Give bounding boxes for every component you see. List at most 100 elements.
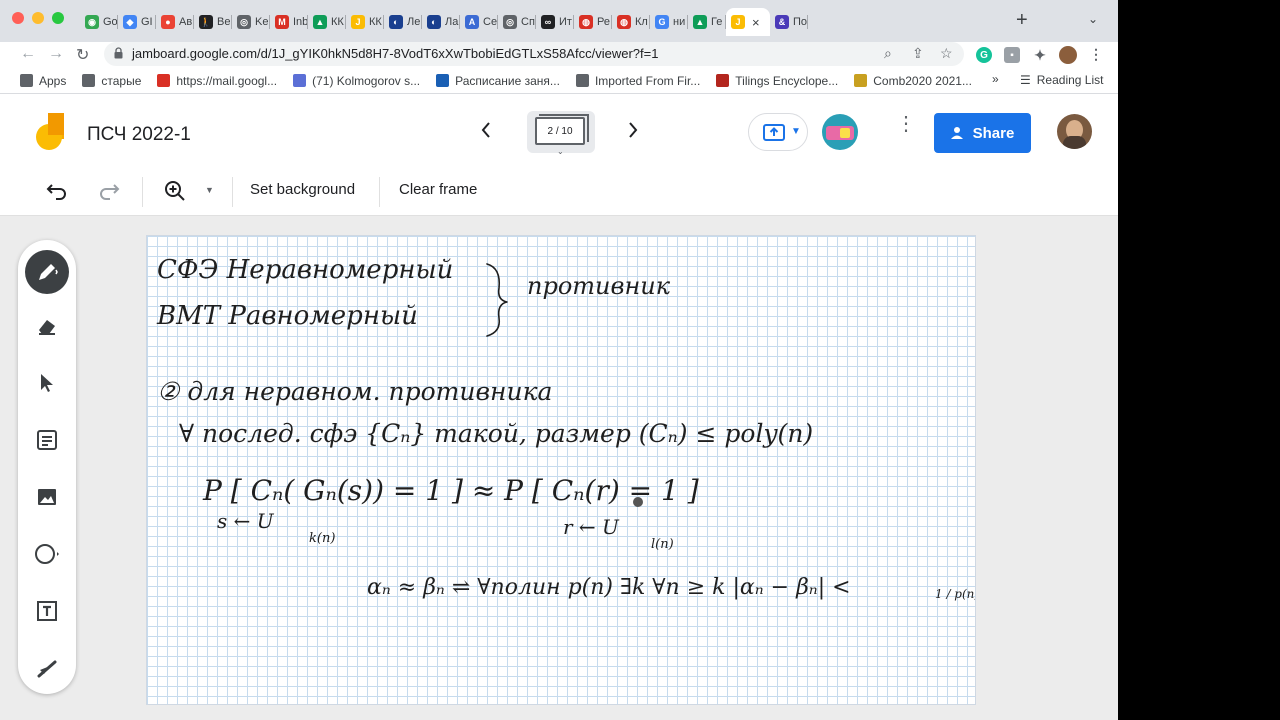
eraser-icon [39, 320, 55, 335]
bookmark-item[interactable]: Comb2020 2021... [854, 74, 972, 88]
tab-favicon-icon: ◐ [427, 15, 441, 29]
tab-label: Кл [635, 16, 648, 28]
browser-tab[interactable]: ◉ Go [80, 8, 118, 36]
window-close-button[interactable] [12, 12, 24, 24]
bookmark-favicon-icon [716, 74, 730, 87]
bookmarks-more-icon[interactable]: » [992, 72, 999, 86]
pen-tool[interactable] [25, 250, 69, 294]
present-button[interactable]: ▼ [748, 113, 808, 151]
document-title[interactable]: ПСЧ 2022-1 [87, 124, 191, 146]
previous-frame-button[interactable] [480, 121, 492, 144]
undo-icon[interactable] [46, 179, 68, 205]
bookmark-item[interactable]: (71) Kolmogorov s... [293, 74, 420, 88]
browser-tab[interactable]: ▲ Ге [688, 8, 726, 36]
jamboard-frame[interactable]: СФЭ Неравномерный ВМТ Равномерный против… [146, 235, 976, 705]
browser-tab[interactable]: ∞ Ит [536, 8, 574, 36]
tab-favicon-icon: A [465, 15, 479, 29]
browser-tab[interactable]: A Се [460, 8, 498, 36]
tab-label: Ре [597, 16, 610, 28]
forward-icon[interactable]: → [48, 45, 64, 63]
bookmark-item[interactable]: Tilings Encyclope... [716, 74, 838, 88]
bookmark-item[interactable]: https://mail.googl... [157, 74, 277, 88]
redo-icon[interactable] [98, 179, 120, 205]
jamboard-logo-icon[interactable] [34, 113, 64, 151]
clear-frame-button[interactable]: Clear frame [399, 181, 477, 198]
new-tab-button[interactable]: + [1016, 10, 1028, 30]
tab-favicon-icon: & [775, 15, 789, 29]
bookmark-favicon-icon [293, 74, 307, 87]
bookmark-star-icon[interactable]: ☆ [940, 45, 953, 62]
text-box-icon [37, 601, 57, 621]
browser-tab[interactable]: ◆ GI [118, 8, 156, 36]
eraser-tool[interactable] [27, 306, 67, 346]
bookmark-favicon-icon [854, 74, 868, 87]
frame-bar-button[interactable]: 2 / 10 ⌄ [527, 111, 595, 156]
bookmark-item[interactable]: Расписание заня... [436, 74, 560, 88]
tab-label: GI [141, 16, 153, 28]
zoom-in-icon[interactable] [164, 180, 186, 206]
ink-brace-note: противник [527, 272, 671, 300]
ink-line-2: ВМТ Равномерный [156, 301, 418, 331]
window-minimize-button[interactable] [32, 12, 44, 24]
select-tool[interactable] [27, 363, 67, 403]
profile-avatar-icon[interactable] [1059, 46, 1077, 64]
browser-tab[interactable]: Gни [650, 8, 688, 36]
next-frame-button[interactable] [627, 121, 639, 144]
browser-menu-icon[interactable]: ⋮ [1088, 46, 1104, 62]
browser-tab[interactable]: 🚶 Be [194, 8, 232, 36]
zoom-dropdown-icon[interactable]: ▼ [205, 185, 214, 195]
browser-tab[interactable]: ◎ Сп [498, 8, 536, 36]
browser-tab[interactable]: ▲ КК [308, 8, 346, 36]
reload-icon[interactable]: ↻ [76, 45, 89, 65]
tab-close-icon[interactable]: × [752, 15, 760, 30]
share-button[interactable]: Share [934, 113, 1031, 153]
browser-tab[interactable]: ◍ Ре [574, 8, 612, 36]
laser-tool[interactable] [27, 648, 67, 688]
tab-favicon-icon: ◎ [237, 15, 251, 29]
ink-line-4: ∀ послед. сфэ {Cₙ} такой, размер (Cₙ) ≤ … [179, 419, 813, 448]
browser-tab[interactable]: ◎ Ke [232, 8, 270, 36]
bookmark-favicon-icon [157, 74, 171, 87]
browser-window: ◉ Go ◆ GI ● Ав 🚶 Be ◎ Ke M Inb ▲ КК J КК ◐ Ле ◐ Ла A Се ◎ Сп ∞ Ит… [0, 0, 1118, 720]
tab-favicon-icon: ▲ [693, 15, 707, 29]
tab-favicon-icon: ◐ [389, 15, 403, 29]
bookmark-item[interactable]: Imported From Fir... [575, 74, 700, 88]
extension-icon[interactable]: ▪ [1004, 47, 1020, 63]
bookmark-item[interactable]: старые [82, 74, 141, 88]
sticky-note-tool[interactable] [27, 420, 67, 460]
zoom-icon[interactable]: ⌕ [884, 45, 892, 62]
chevron-down-icon: ⌄ [557, 147, 564, 156]
user-avatar[interactable] [1057, 114, 1092, 149]
browser-tab[interactable]: ◐ Ле [384, 8, 422, 36]
browser-tab[interactable]: J КК [346, 8, 384, 36]
ink-line-6a: s ← U [217, 509, 275, 533]
tab-favicon-icon: J [731, 15, 745, 29]
more-options-icon[interactable]: ⋮ [896, 114, 916, 134]
tab-favicon-icon: ◆ [123, 15, 137, 29]
collaborator-avatar[interactable] [822, 114, 858, 150]
browser-tab[interactable]: M Inb [270, 8, 308, 36]
grammarly-extension-icon[interactable]: G [976, 47, 992, 63]
toolbar-divider [379, 177, 380, 207]
set-background-button[interactable]: Set background [250, 181, 355, 198]
browser-tab[interactable]: ◐ Ла [422, 8, 460, 36]
browser-tab[interactable]: ● Ав [156, 8, 194, 36]
tab-active[interactable]: J × [726, 8, 770, 36]
laser-icon [37, 660, 57, 678]
reading-list-label: Reading List [1036, 73, 1104, 87]
sticky-note-icon [37, 430, 57, 450]
image-tool[interactable] [27, 477, 67, 517]
browser-tab[interactable]: ◍ Кл [612, 8, 650, 36]
canvas-stage: СФЭ Неравномерный ВМТ Равномерный против… [0, 216, 1118, 720]
browser-tab[interactable]: & По [770, 8, 808, 36]
window-maximize-button[interactable] [52, 12, 64, 24]
back-icon[interactable]: ← [20, 45, 36, 63]
address-bar[interactable]: jamboard.google.com/d/1J_gYIK0hkN5d8H7-8… [104, 42, 964, 66]
text-box-tool[interactable] [27, 591, 67, 631]
shape-tool[interactable] [27, 534, 67, 574]
reading-list-button[interactable]: ☰ Reading List [1020, 73, 1103, 87]
tab-search-icon[interactable]: ⌄ [1088, 12, 1098, 26]
share-page-icon[interactable]: ⇪ [912, 45, 924, 62]
bookmark-item[interactable]: Apps [20, 74, 66, 88]
puzzle-icon[interactable]: ✦ [1032, 47, 1048, 63]
